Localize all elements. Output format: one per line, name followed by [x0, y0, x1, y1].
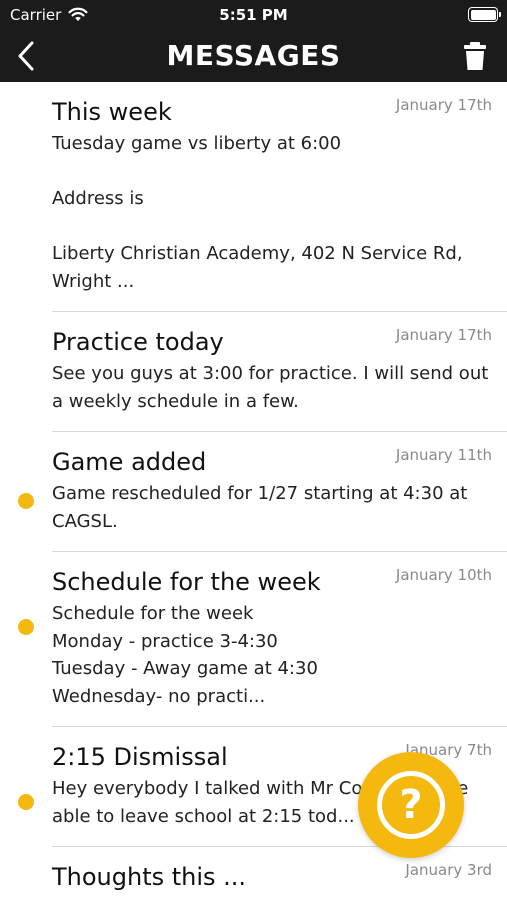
- unread-indicator: [18, 794, 34, 810]
- trash-icon: [464, 42, 486, 70]
- clock: 5:51 PM: [219, 6, 288, 24]
- message-item[interactable]: Thoughts this ... January 3rd: [52, 847, 507, 900]
- message-date: January 17th: [395, 326, 492, 344]
- message-preview: Tuesday game vs liberty at 6:00 Address …: [52, 133, 463, 292]
- message-preview: See you guys at 3:00 for practice. I wil…: [52, 363, 489, 412]
- message-date: January 3rd: [405, 861, 492, 879]
- message-date: January 10th: [395, 566, 492, 584]
- top-bar: Carrier 5:51 PM MESSAGES: [0, 0, 507, 82]
- message-date: January 17th: [395, 96, 492, 114]
- message-item[interactable]: This week January 17th Tuesday game vs l…: [52, 82, 507, 312]
- page-title: MESSAGES: [166, 39, 341, 72]
- navigation-bar: MESSAGES: [0, 30, 507, 82]
- message-preview: Schedule for the week Monday - practice …: [52, 603, 318, 707]
- delete-button[interactable]: [462, 40, 488, 72]
- status-bar: Carrier 5:51 PM: [0, 0, 507, 30]
- unread-indicator: [18, 619, 34, 635]
- message-item[interactable]: Practice today January 17th See you guys…: [52, 312, 507, 432]
- question-circle-icon: ?: [377, 771, 445, 839]
- unread-indicator: [18, 493, 34, 509]
- message-preview: Game rescheduled for 1/27 starting at 4:…: [52, 483, 468, 532]
- help-glyph: ?: [399, 782, 423, 828]
- message-date: January 11th: [395, 446, 492, 464]
- help-button[interactable]: ?: [358, 752, 464, 858]
- message-item[interactable]: Game added January 11th Game rescheduled…: [18, 432, 507, 552]
- battery-icon: [468, 7, 501, 22]
- message-item[interactable]: Schedule for the week January 10th Sched…: [18, 552, 507, 727]
